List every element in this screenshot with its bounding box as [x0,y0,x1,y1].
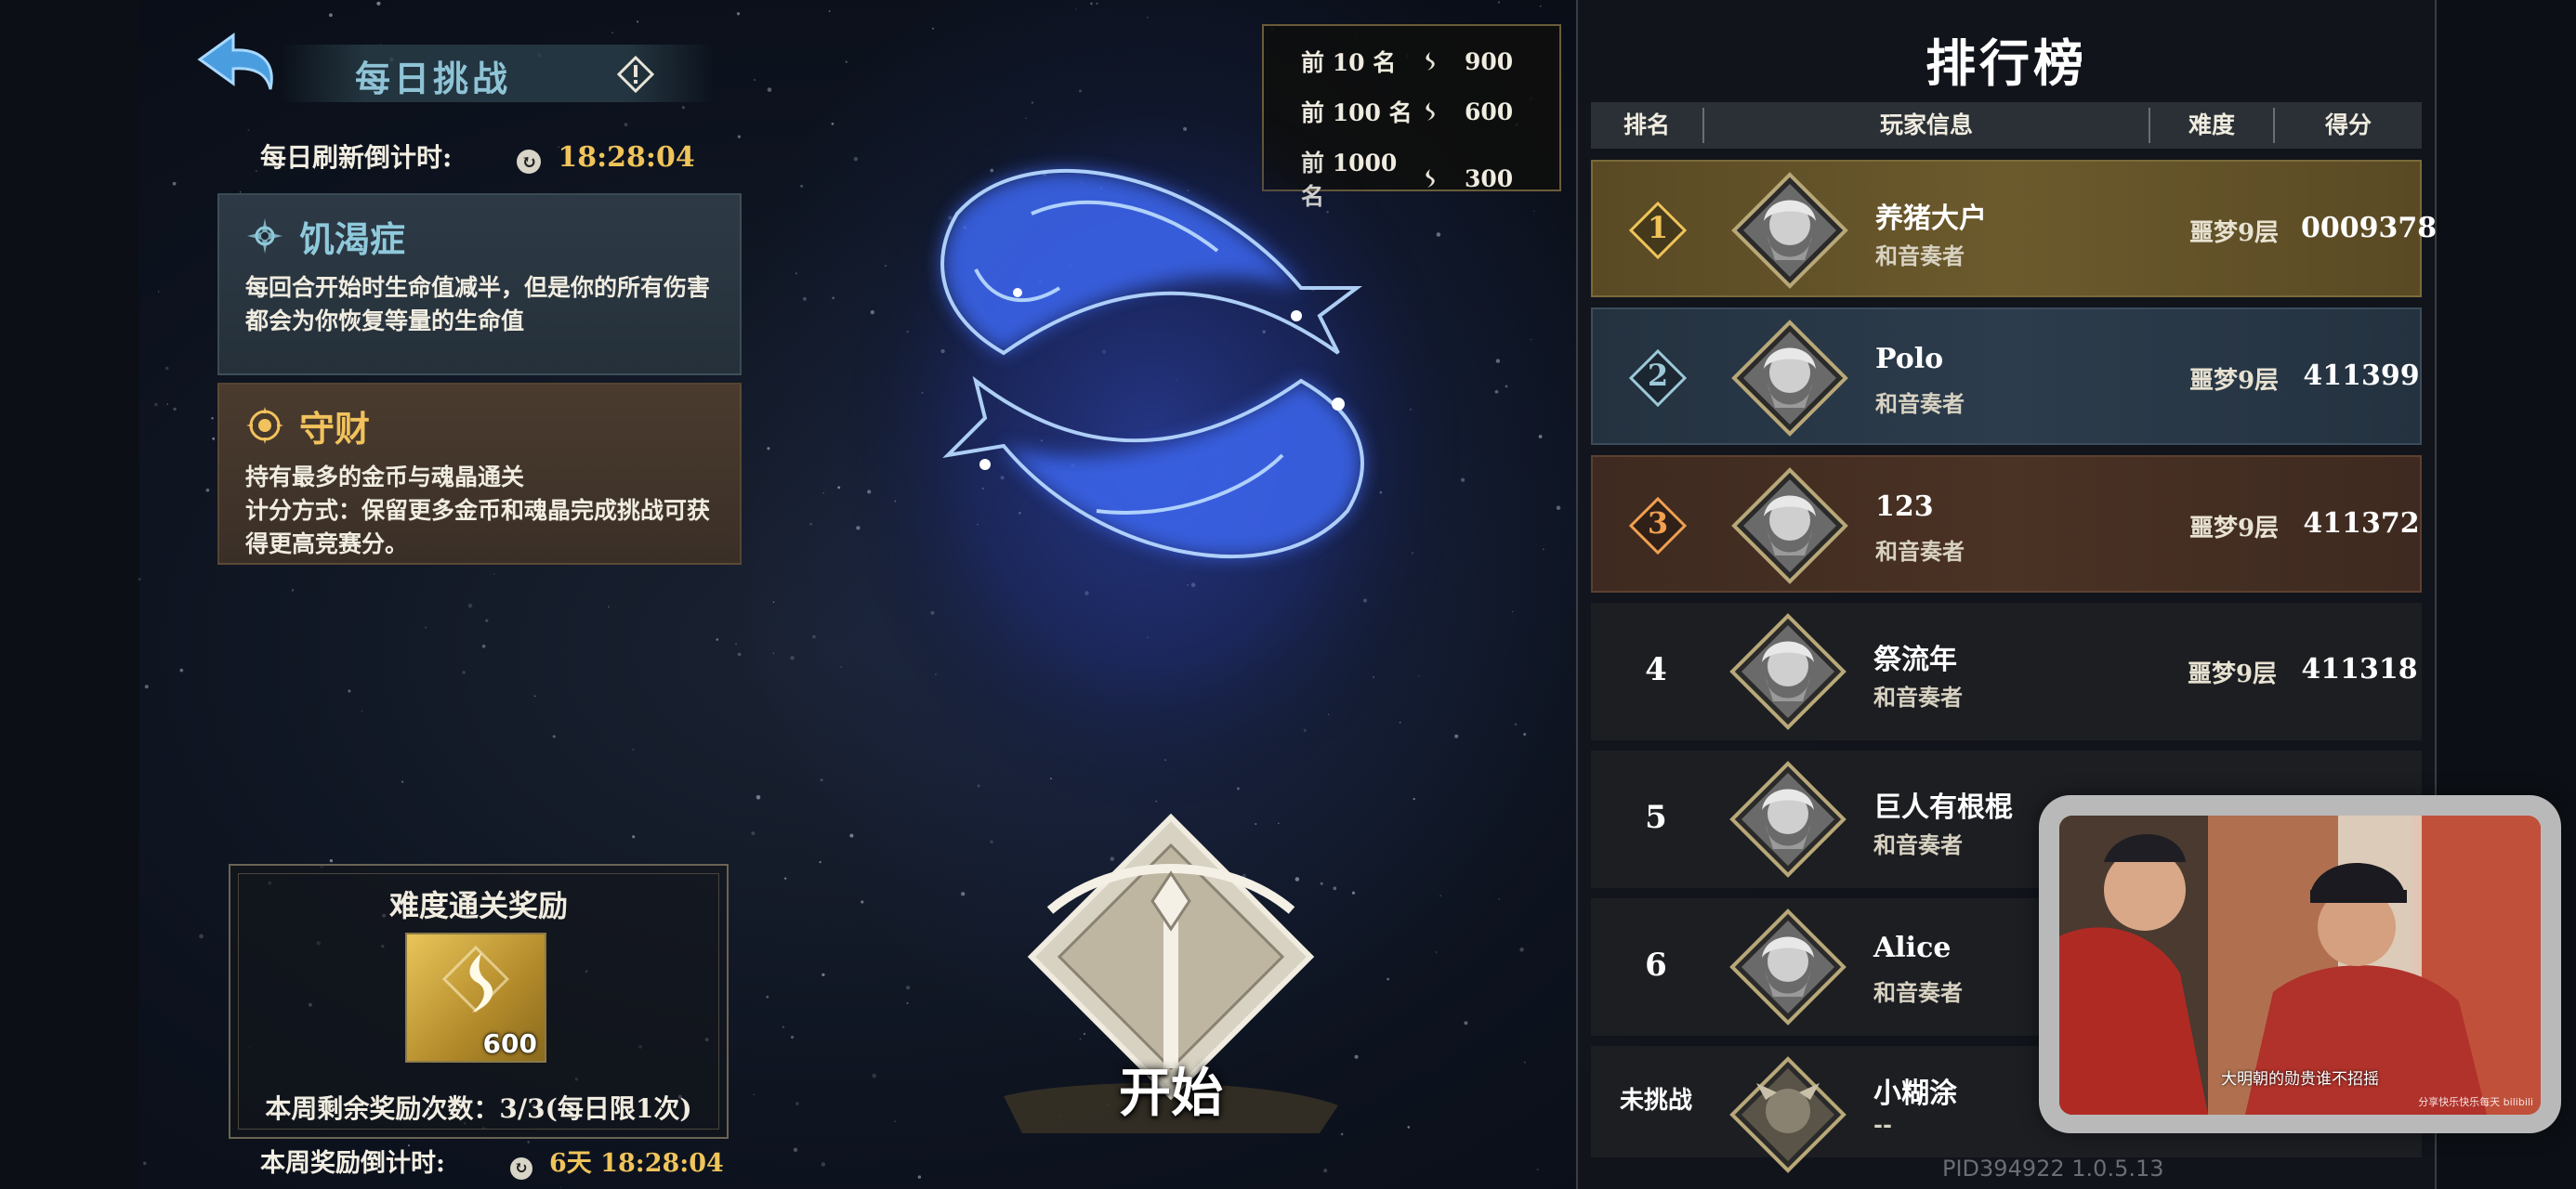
start-label: 开始 [1119,1063,1223,1124]
soul-crystal-icon [441,945,510,1013]
self-avatar [1729,1056,1847,1173]
player-class: 和音奏者 [1873,979,1963,1006]
prize-row: 前 10 名 900 [1301,45,1513,78]
modifier-card-hoard: 守财 持有最多的金币与魂晶通关 计分方式：保留更多金币和魂晶完成挑战可获得更高竞… [217,383,742,565]
rank-number: 6 [1645,947,1667,984]
player-name: 养猪大户 [1875,203,1987,235]
self-name: 小糊涂 [1873,1078,1957,1110]
clock-icon: ↻ [509,1157,532,1180]
player-class: 和音奏者 [1875,242,1965,269]
leaderboard-row[interactable]: 3 123 和音奏者 噩梦9层 411372 [1591,455,2422,593]
player-score: 411318 [2301,653,2418,686]
modifier-desc-line: 计分方式：保留更多金币和魂晶完成挑战可获得更高竞赛分。 [245,497,711,557]
game-screen: 每日挑战 每日刷新倒计时: ↻ 18:28:04 饥渴症 每回合开始时生命值减半，但… [0,0,2576,1189]
player-avatar [1731,320,1848,437]
rank-badge: 1 [1628,201,1688,260]
prize-value: 900 [1465,47,1514,75]
player-difficulty: 噩梦9层 [2187,660,2278,688]
modifier-card-thirst: 饥渴症 每回合开始时生命值减半，但是你的所有伤害都会为你恢复等量的生命值 [217,193,742,375]
player-name: Polo [1875,343,1944,375]
modifier-desc-line: 持有最多的金币与魂晶通关 [245,464,525,490]
prize-tier: 前 10 名 [1301,49,1397,76]
col-rank: 排名 [1623,111,1670,138]
back-button[interactable] [191,26,283,100]
player-difficulty: 噩梦9层 [2188,367,2280,395]
rank-number: 3 [1647,505,1669,541]
reward-item-soul-crystal[interactable]: 600 [405,933,546,1063]
player-class: 和音奏者 [1875,390,1965,417]
leaderboard-row[interactable]: 2 Polo 和音奏者 噩梦9层 411399 [1591,307,2422,445]
col-difficulty: 难度 [2188,111,2235,138]
modifier-description: 每回合开始时生命值减半，但是你的所有伤害都会为你恢复等量的生命值 [245,274,711,334]
info-button[interactable] [616,55,655,94]
modifier-title: 守财 [299,407,371,450]
self-class: -- [1873,1111,1892,1138]
rank-badge: 2 [1628,348,1688,408]
left-letterbox [0,0,139,1189]
leaderboard-header: 排名 玩家信息 难度 得分 [1591,102,2422,149]
refresh-label: 每日刷新倒计时: [260,142,453,173]
modifier-description: 持有最多的金币与魂晶通关 计分方式：保留更多金币和魂晶完成挑战可获得更高竞赛分。 [245,461,714,561]
rank-number: 1 [1647,210,1669,245]
player-class: 和音奏者 [1875,538,1965,565]
player-avatar [1731,467,1848,584]
weekly-reward-countdown: 本周奖励倒计时: ↻ 6天 18:28:04 [260,1143,724,1180]
leaderboard-title: 排行榜 [1925,33,2087,93]
leaderboard-row[interactable]: 1 养猪大户 和音奏者 噩梦9层 0009378 [1591,160,2438,297]
weekly-reward-remaining: 本周剩余奖励次数：3/3(每日限1次) [265,1093,692,1124]
start-button[interactable]: 开始 [966,799,1375,1170]
player-class: 和音奏者 [1873,684,1963,711]
player-score: 411372 [2303,507,2420,540]
rank-badge: 3 [1628,496,1688,555]
soul-crystal-icon [1426,52,1435,71]
reward-quantity: 600 [482,1028,537,1059]
compass-star-icon [247,218,283,254]
modifier-title-row: 守财 [245,401,714,450]
player-score: 0009378 [2301,212,2438,244]
player-avatar [1729,761,1847,878]
info-diamond-icon [616,55,655,94]
self-rank: 未挑战 [1619,1087,1692,1115]
page-title: 每日挑战 [355,58,512,99]
player-avatar [1729,908,1847,1026]
refresh-time: 18:28:04 [558,141,695,174]
player-difficulty: 噩梦9层 [2188,219,2280,247]
video-watermark: 分享快乐快乐每天 bilibili [2418,1096,2533,1108]
clear-reward-panel: 难度通关奖励 600 本周剩余奖励次数：3/3(每日限1次) [229,864,729,1139]
video-screen[interactable]: 大明朝的勋贵谁不招摇 分享快乐快乐每天 bilibili [2059,816,2541,1115]
reward-title: 难度通关奖励 [388,888,568,923]
player-score: 411399 [2303,359,2420,392]
player-name: 123 [1875,490,1934,523]
pisces-constellation-illustration [846,84,1459,808]
clock-icon: ↻ [517,150,542,174]
player-name: 巨人有根棍 [1873,791,2013,824]
rank-number: 5 [1645,799,1667,836]
video-subtitle: 大明朝的勋贵谁不招摇 [2221,1070,2379,1089]
rank-number: 2 [1647,358,1669,393]
gold-sun-icon [246,407,283,444]
player-difficulty: 噩梦9层 [2188,515,2280,542]
player-name: 祭流年 [1873,644,1957,676]
player-avatar [1731,172,1848,289]
player-avatar [1729,613,1847,730]
daily-refresh-countdown: 每日刷新倒计时: ↻ 18:28:04 [260,137,695,175]
leaderboard-row[interactable]: 4 祭流年 和音奏者 噩梦9层 411318 [1591,603,2422,740]
week-time: 6天 18:28:04 [548,1149,724,1178]
player-class: 和音奏者 [1873,831,1963,858]
version-label: PID394922 1.0.5.13 [1942,1156,2164,1182]
video-overlay[interactable]: 大明朝的勋贵谁不招摇 分享快乐快乐每天 bilibili [2039,795,2561,1133]
rank-number: 4 [1645,651,1667,688]
back-arrow-icon [197,33,273,90]
week-label: 本周奖励倒计时: [260,1149,445,1178]
player-name: Alice [1873,932,1952,964]
col-player: 玩家信息 [1879,111,1973,138]
col-score: 得分 [2324,111,2372,138]
modifier-title-row: 饥渴症 [245,212,714,260]
modifier-title: 饥渴症 [299,217,406,260]
